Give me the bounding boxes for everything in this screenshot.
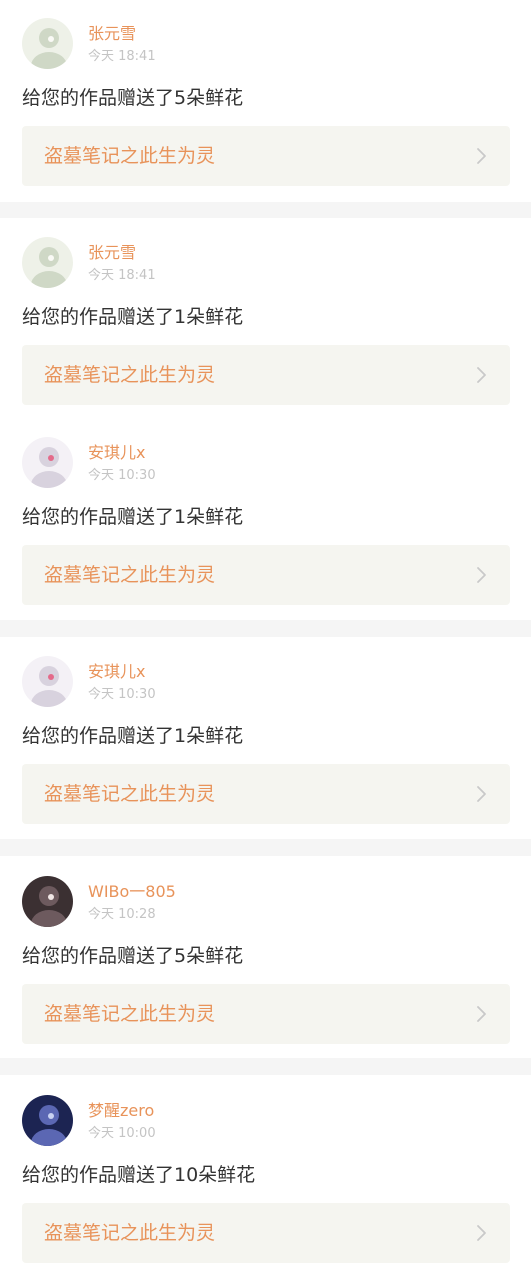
chevron-right-icon	[472, 785, 490, 803]
avatar[interactable]	[22, 237, 73, 288]
avatar[interactable]	[22, 1095, 73, 1146]
timestamp: 今天 18:41	[88, 268, 156, 283]
gift-message: 给您的作品赠送了5朵鲜花	[22, 87, 244, 109]
timestamp: 今天 10:00	[88, 1126, 156, 1141]
work-title: 盗墓笔记之此生为灵	[44, 1222, 216, 1244]
username[interactable]: WIBo一805	[88, 882, 176, 902]
work-title: 盗墓笔记之此生为灵	[44, 1003, 216, 1025]
gift-message: 给您的作品赠送了5朵鲜花	[22, 945, 244, 967]
chevron-right-icon	[472, 566, 490, 584]
username[interactable]: 张元雪	[88, 243, 136, 263]
chevron-right-icon	[472, 147, 490, 165]
timestamp: 今天 18:41	[88, 49, 156, 64]
timestamp: 今天 10:28	[88, 907, 156, 922]
timestamp: 今天 10:30	[88, 687, 156, 702]
notification-card: 张元雪今天 18:41 给您的作品赠送了5朵鲜花 盗墓笔记之此生为灵	[0, 0, 531, 202]
username[interactable]: 安琪儿x	[88, 662, 145, 682]
work-title: 盗墓笔记之此生为灵	[44, 145, 216, 167]
avatar[interactable]	[22, 656, 73, 707]
work-title: 盗墓笔记之此生为灵	[44, 364, 216, 386]
timestamp: 今天 10:30	[88, 468, 156, 483]
username[interactable]: 梦醒zero	[88, 1101, 154, 1121]
avatar[interactable]	[22, 18, 73, 69]
username[interactable]: 安琪儿x	[88, 443, 145, 463]
work-link[interactable]: 盗墓笔记之此生为灵	[22, 345, 510, 405]
notification-card: 安琪儿x 今天 10:30 给您的作品赠送了1朵鲜花 盗墓笔记之此生为灵	[0, 637, 531, 839]
notification-card: WIBo一805 今天 10:28 给您的作品赠送了5朵鲜花 盗墓笔记之此生为灵	[0, 856, 531, 1058]
gift-message: 给您的作品赠送了1朵鲜花	[22, 725, 244, 747]
gift-message: 给您的作品赠送了1朵鲜花	[22, 306, 244, 328]
chevron-right-icon	[472, 366, 490, 384]
chevron-right-icon	[472, 1005, 490, 1023]
avatar[interactable]	[22, 876, 73, 927]
avatar[interactable]	[22, 437, 73, 488]
work-link[interactable]: 盗墓笔记之此生为灵	[22, 1203, 510, 1263]
notification-card: 张元雪今天 18:41 给您的作品赠送了1朵鲜花 盗墓笔记之此生为灵	[0, 218, 531, 420]
work-title: 盗墓笔记之此生为灵	[44, 783, 216, 805]
work-link[interactable]: 盗墓笔记之此生为灵	[22, 764, 510, 824]
work-link[interactable]: 盗墓笔记之此生为灵	[22, 984, 510, 1044]
username[interactable]: 张元雪	[88, 24, 136, 44]
notification-card: 安琪儿x 今天 10:30 给您的作品赠送了1朵鲜花 盗墓笔记之此生为灵	[0, 420, 531, 620]
work-link[interactable]: 盗墓笔记之此生为灵	[22, 545, 510, 605]
gift-message: 给您的作品赠送了10朵鲜花	[22, 1164, 256, 1186]
work-title: 盗墓笔记之此生为灵	[44, 564, 216, 586]
gift-message: 给您的作品赠送了1朵鲜花	[22, 506, 244, 528]
work-link[interactable]: 盗墓笔记之此生为灵	[22, 126, 510, 186]
notification-card: 梦醒zero 今天 10:00 给您的作品赠送了10朵鲜花盗墓笔记之此生为灵	[0, 1075, 531, 1280]
chevron-right-icon	[472, 1224, 490, 1242]
